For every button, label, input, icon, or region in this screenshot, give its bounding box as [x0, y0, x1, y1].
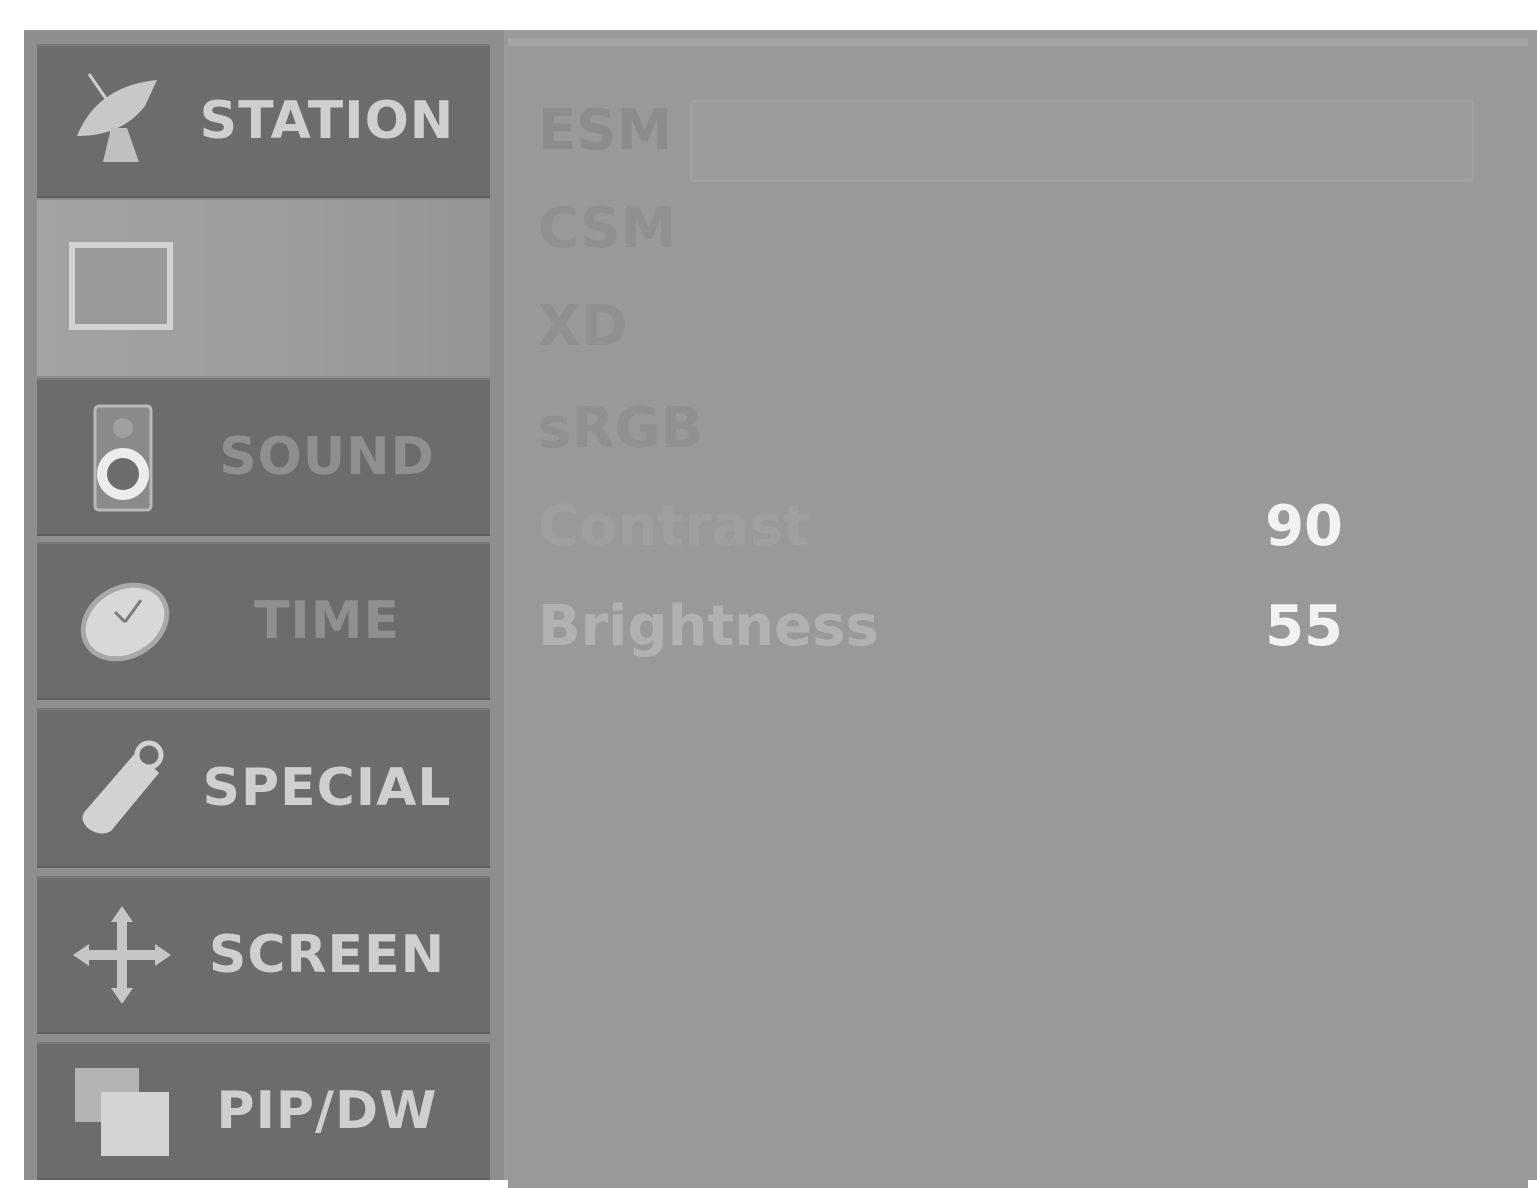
clock-icon — [67, 566, 177, 676]
menu-item-pip[interactable]: PIP/DW — [37, 1042, 490, 1180]
menu-label-pip: PIP/DW — [216, 1081, 438, 1141]
menu-label-screen: SCREEN — [208, 925, 446, 985]
menu-item-station[interactable]: STATION — [37, 44, 490, 198]
menu-label-sound: SOUND — [219, 427, 435, 487]
picture-row-label: XD — [538, 294, 628, 359]
speaker-icon — [67, 402, 177, 512]
menu-item-special[interactable]: SPECIAL — [37, 708, 490, 868]
picture-row-label: CSM — [538, 196, 677, 261]
picture-row-brightness[interactable]: Brightness 55 — [538, 594, 1488, 674]
satellite-dish-icon — [67, 66, 177, 176]
picture-row-label: ESM — [538, 98, 673, 163]
picture-frame-icon — [67, 233, 177, 343]
tag-icon — [67, 733, 177, 843]
picture-row-esm[interactable]: ESM — [538, 98, 1488, 178]
menu-label-time: TIME — [253, 591, 401, 651]
menu-item-picture[interactable] — [37, 200, 490, 376]
menu-item-time[interactable]: TIME — [37, 542, 490, 700]
menu-item-screen[interactable]: SCREEN — [37, 876, 490, 1034]
picture-row-csm[interactable]: CSM — [538, 196, 1488, 276]
picture-row-label: sRGB — [538, 396, 704, 461]
picture-row-srgb[interactable]: sRGB — [538, 396, 1488, 476]
picture-row-label: Contrast — [538, 494, 810, 559]
menu-label-special: SPECIAL — [202, 758, 452, 818]
contrast-value: 90 — [1265, 494, 1343, 559]
move-arrows-icon — [67, 900, 177, 1010]
pip-windows-icon — [67, 1056, 177, 1166]
menu-label-station: STATION — [199, 91, 455, 151]
brightness-value: 55 — [1265, 594, 1343, 659]
picture-submenu: ESM CSM XD sRGB Contrast 90 Brightness 5… — [508, 38, 1528, 1188]
picture-row-label: Brightness — [538, 594, 879, 659]
picture-row-xd[interactable]: XD — [538, 294, 1488, 374]
menu-item-sound[interactable]: SOUND — [37, 378, 490, 536]
picture-row-contrast[interactable]: Contrast 90 — [538, 494, 1488, 574]
